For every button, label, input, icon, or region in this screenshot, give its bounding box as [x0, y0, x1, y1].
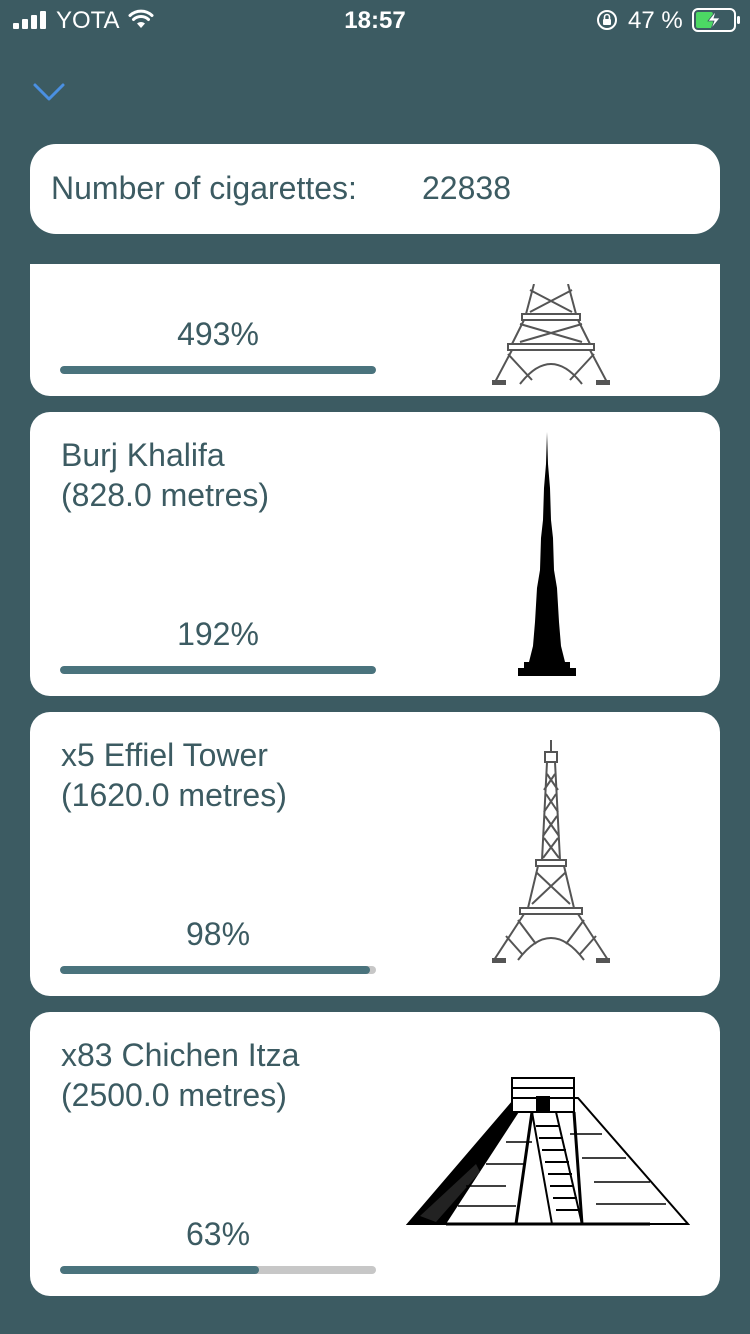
landmark-name: x5 Effiel Tower [61, 737, 268, 773]
landmark-percent: 192% [177, 616, 259, 652]
eiffel-tower-icon [492, 284, 610, 385]
landmark-name: Burj Khalifa [61, 437, 225, 473]
progress-bar [60, 666, 376, 674]
landmark-title: Burj Khalifa (828.0 metres) [61, 435, 401, 515]
progress-fill [60, 1266, 260, 1274]
landmark-name: x83 Chichen Itza [61, 1037, 300, 1073]
progress-fill [60, 966, 370, 974]
progress-bar [60, 966, 376, 974]
burj-khalifa-icon [518, 432, 576, 676]
landmark-card-burj-khalifa[interactable]: Burj Khalifa (828.0 metres) 192% [30, 412, 720, 696]
battery-charging-icon [692, 8, 740, 32]
progress-bar [60, 366, 376, 374]
landmark-card[interactable]: 493% [30, 264, 720, 396]
landmark-list[interactable]: 493% Burj Khalifa (828.0 metres) 192% x5… [0, 264, 750, 1334]
landmark-percent: 98% [185, 916, 251, 952]
status-bar: YOTA 18:57 47 % [0, 0, 750, 40]
progress-bar [60, 1266, 376, 1274]
landmark-percent: 63% [185, 1216, 251, 1252]
chevron-down-icon[interactable] [32, 78, 66, 104]
landmark-percent: 493% [177, 316, 259, 352]
landmark-height: (828.0 metres) [61, 477, 270, 513]
orientation-lock-icon [597, 10, 617, 30]
progress-fill [60, 666, 376, 674]
landmark-card-chichen-itza[interactable]: x83 Chichen Itza (2500.0 metres) 63% [30, 1012, 720, 1296]
eiffel-tower-icon [492, 740, 610, 963]
cigarette-count-card: Number of cigarettes: 22838 [30, 144, 720, 234]
progress-fill [60, 366, 376, 374]
landmark-title: x5 Effiel Tower (1620.0 metres) [61, 735, 401, 815]
battery-percent: 47 % [628, 7, 683, 34]
landmark-height: (1620.0 metres) [61, 777, 287, 813]
landmark-title: x83 Chichen Itza (2500.0 metres) [61, 1035, 401, 1115]
landmark-card-eiffel-tower[interactable]: x5 Effiel Tower (1620.0 metres) 98% [30, 712, 720, 996]
landmark-height: (2500.0 metres) [61, 1077, 287, 1113]
cigarette-count-label: Number of cigarettes: [51, 170, 357, 206]
cigarette-count-value: 22838 [422, 170, 511, 206]
chichen-itza-icon [406, 1077, 690, 1226]
